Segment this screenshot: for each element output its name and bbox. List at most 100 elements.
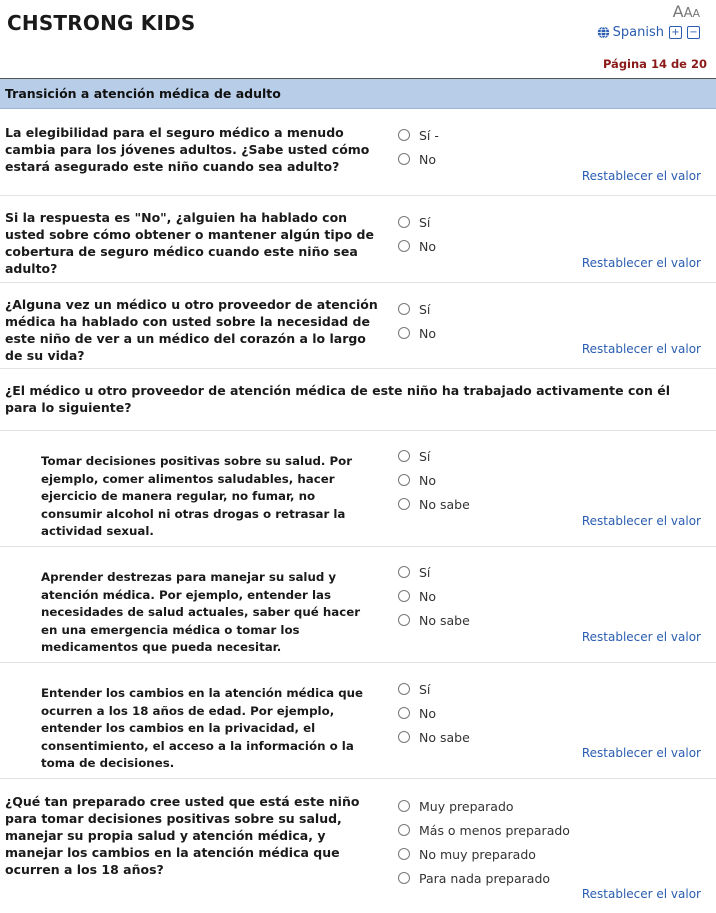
answer-options: Muy preparado Más o menos preparado No m…	[398, 794, 570, 890]
font-size-controls: AAA	[673, 2, 700, 21]
option-no[interactable]: No	[398, 701, 470, 725]
radio-button[interactable]	[398, 303, 410, 315]
option-si[interactable]: Sí -	[398, 123, 439, 147]
question-1: La elegibilidad para el seguro médico a …	[0, 109, 716, 196]
question-2: Si la respuesta es "No", ¿alguien ha hab…	[0, 196, 716, 283]
option-label: Sí	[419, 448, 431, 464]
font-size-large-button[interactable]: A	[673, 2, 684, 21]
option-si[interactable]: Sí	[398, 560, 470, 584]
font-size-small-button[interactable]: A	[692, 7, 700, 20]
stem-text: ¿El médico u otro proveedor de atención …	[5, 383, 670, 415]
radio-button[interactable]	[398, 129, 410, 141]
radio-button[interactable]	[398, 683, 410, 695]
section-title: Transición a atención médica de adulto	[5, 86, 281, 101]
radio-button[interactable]	[398, 800, 410, 812]
radio-button[interactable]	[398, 450, 410, 462]
reset-value-link[interactable]: Restablecer el valor	[582, 746, 701, 760]
radio-button[interactable]	[398, 707, 410, 719]
radio-button[interactable]	[398, 498, 410, 510]
language-select[interactable]: Spanish	[613, 25, 664, 40]
option-label: Sí	[419, 214, 431, 230]
option-label: Para nada preparado	[419, 870, 551, 886]
question-preparedness: ¿Qué tan preparado cree usted que está e…	[0, 779, 716, 913]
radio-button[interactable]	[398, 216, 410, 228]
option-label: No sabe	[419, 612, 470, 628]
radio-button[interactable]	[398, 848, 410, 860]
option-label: No	[419, 238, 436, 254]
answer-options: Sí - No	[398, 123, 439, 171]
question-text: Si la respuesta es "No", ¿alguien ha hab…	[5, 210, 374, 276]
answer-options: Sí No No sabe	[398, 560, 470, 632]
question-stem: ¿El médico u otro proveedor de atención …	[0, 369, 716, 431]
option-si[interactable]: Sí	[398, 210, 436, 234]
page-header: CHSTRONG KIDS AAA Spanish + − Página 14 …	[0, 0, 716, 78]
option-label: No	[419, 472, 436, 488]
option-no-sabe[interactable]: No sabe	[398, 608, 470, 632]
radio-button[interactable]	[398, 327, 410, 339]
reset-value-link[interactable]: Restablecer el valor	[582, 169, 701, 183]
option-no[interactable]: No	[398, 321, 436, 345]
answer-options: Sí No No sabe	[398, 444, 470, 516]
question-3: ¿Alguna vez un médico u otro proveedor d…	[0, 283, 716, 369]
option-para-nada-preparado[interactable]: Para nada preparado	[398, 866, 570, 890]
answer-options: Sí No	[398, 297, 436, 345]
option-label: No sabe	[419, 729, 470, 745]
option-label: No muy preparado	[419, 846, 536, 862]
page-indicator: Página 14 de 20	[602, 57, 707, 71]
sub-question-1: Tomar decisiones positivas sobre su salu…	[0, 431, 716, 547]
radio-button[interactable]	[398, 731, 410, 743]
reset-value-link[interactable]: Restablecer el valor	[582, 342, 701, 356]
radio-button[interactable]	[398, 872, 410, 884]
option-label: No	[419, 705, 436, 721]
question-text: ¿Alguna vez un médico u otro proveedor d…	[5, 297, 378, 363]
option-no-sabe[interactable]: No sabe	[398, 725, 470, 749]
option-si[interactable]: Sí	[398, 677, 470, 701]
option-label: Más o menos preparado	[419, 822, 570, 838]
answer-options: Sí No	[398, 210, 436, 258]
option-si[interactable]: Sí	[398, 444, 470, 468]
reset-value-link[interactable]: Restablecer el valor	[582, 514, 701, 528]
radio-button[interactable]	[398, 566, 410, 578]
sub-question-text: Aprender destrezas para manejar su salud…	[41, 570, 361, 654]
option-label: Sí	[419, 564, 431, 580]
reset-value-link[interactable]: Restablecer el valor	[582, 887, 701, 901]
option-no[interactable]: No	[398, 234, 436, 258]
reset-value-link[interactable]: Restablecer el valor	[582, 256, 701, 270]
sub-question-text: Tomar decisiones positivas sobre su salu…	[41, 454, 353, 538]
app-title: CHSTRONG KIDS	[7, 11, 196, 35]
radio-button[interactable]	[398, 240, 410, 252]
option-no[interactable]: No	[398, 147, 439, 171]
option-no[interactable]: No	[398, 584, 470, 608]
language-row: Spanish + −	[597, 25, 700, 40]
sub-question-2: Aprender destrezas para manejar su salud…	[0, 547, 716, 663]
reset-value-link[interactable]: Restablecer el valor	[582, 630, 701, 644]
question-text: La elegibilidad para el seguro médico a …	[5, 125, 370, 174]
option-label: No sabe	[419, 496, 470, 512]
option-label: Sí -	[419, 127, 439, 143]
question-text: ¿Qué tan preparado cree usted que está e…	[5, 794, 360, 877]
sub-question-text: Entender los cambios en la atención médi…	[41, 686, 364, 770]
radio-button[interactable]	[398, 590, 410, 602]
option-si[interactable]: Sí	[398, 297, 436, 321]
zoom-out-button[interactable]: −	[687, 26, 700, 39]
option-label: Sí	[419, 681, 431, 697]
option-no-sabe[interactable]: No sabe	[398, 492, 470, 516]
radio-button[interactable]	[398, 614, 410, 626]
globe-icon	[597, 26, 609, 39]
zoom-in-button[interactable]: +	[669, 26, 682, 39]
option-label: Muy preparado	[419, 798, 514, 814]
sub-question-3: Entender los cambios en la atención médi…	[0, 663, 716, 779]
option-label: No	[419, 588, 436, 604]
option-mas-o-menos-preparado[interactable]: Más o menos preparado	[398, 818, 570, 842]
option-label: No	[419, 325, 436, 341]
option-muy-preparado[interactable]: Muy preparado	[398, 794, 570, 818]
radio-button[interactable]	[398, 153, 410, 165]
radio-button[interactable]	[398, 824, 410, 836]
option-label: No	[419, 151, 436, 167]
option-label: Sí	[419, 301, 431, 317]
section-header: Transición a atención médica de adulto	[0, 79, 716, 109]
option-no[interactable]: No	[398, 468, 470, 492]
option-no-muy-preparado[interactable]: No muy preparado	[398, 842, 570, 866]
answer-options: Sí No No sabe	[398, 677, 470, 749]
radio-button[interactable]	[398, 474, 410, 486]
